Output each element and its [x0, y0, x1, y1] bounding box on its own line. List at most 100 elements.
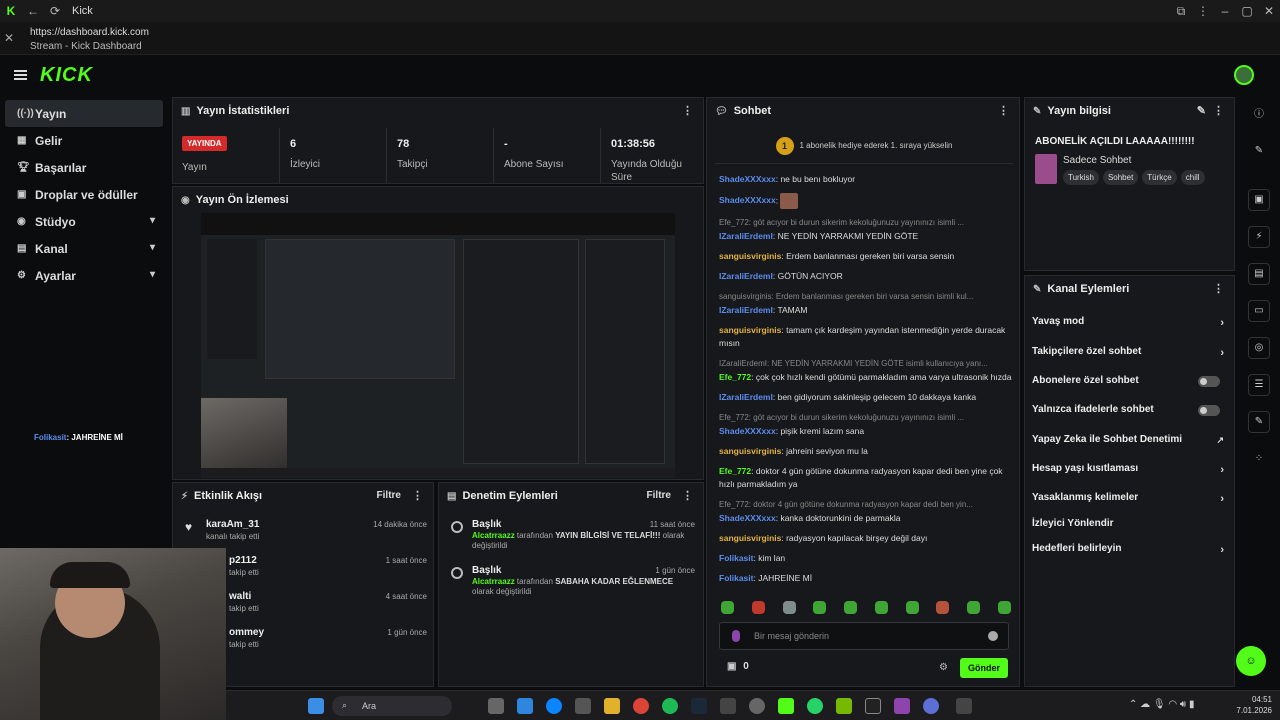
action-goals[interactable]: Hedefleri belirleyin ›: [1032, 543, 1228, 563]
channel-points[interactable]: ▣ 0: [727, 661, 749, 672]
action-followers-only[interactable]: Takipçilere özel sohbet ›: [1032, 346, 1228, 366]
more-options-icon[interactable]: ⋮: [998, 104, 1009, 117]
clipboard-icon[interactable]: ▤: [1248, 263, 1270, 285]
chat-username[interactable]: sanguisvirginis: [719, 446, 781, 456]
widgets-icon[interactable]: ⁘: [1248, 449, 1270, 471]
chat-message[interactable]: sanguisvirginis: Erdem banlanması gereke…: [719, 290, 1015, 317]
chat-message[interactable]: Efe_772: göt acıyor bi durun sikerim kek…: [719, 216, 1015, 243]
close-window-icon[interactable]: ✕: [1258, 4, 1280, 18]
list-icon[interactable]: ☰: [1248, 374, 1270, 396]
chat-message[interactable]: sanguisvirginis: Erdem banlanması gereke…: [719, 250, 1015, 263]
chat-username[interactable]: sanguisvirginis: [719, 251, 781, 261]
edge-icon[interactable]: [546, 698, 562, 714]
visual-studio-icon[interactable]: [894, 698, 910, 714]
chat-username[interactable]: IZaraliErdemI: [719, 392, 773, 402]
maximize-icon[interactable]: ▢: [1236, 4, 1258, 18]
reload-icon[interactable]: ⟳: [44, 4, 66, 18]
menu-dots-icon[interactable]: ⋮: [1192, 4, 1214, 18]
chat-message[interactable]: IZaraliErdemI: NE YEDİN YARRAKMI YEDİN G…: [719, 357, 1015, 384]
action-banned-words[interactable]: Yasaklanmış kelimeler ›: [1032, 492, 1228, 512]
chat-message[interactable]: Folikasit: JAHREİNE Mİ: [719, 572, 1015, 585]
chat-username[interactable]: sanguisvirginis: [719, 325, 781, 335]
chat-messages[interactable]: ShadeXXXxxx: ne bu benı bokluyor ShadeXXX…: [719, 173, 1015, 593]
app-circle-icon[interactable]: [923, 698, 939, 714]
microphone-icon[interactable]: [732, 630, 740, 642]
chat-username[interactable]: ShadeXXXxxx: [719, 513, 776, 523]
chat-input[interactable]: Bir mesaj gönderin: [719, 622, 1009, 650]
user-avatar[interactable]: [1234, 65, 1254, 85]
emote-icon[interactable]: [751, 601, 765, 614]
system-clock[interactable]: 04:51 7.01.2026: [1236, 694, 1272, 716]
chat-message[interactable]: sanguisvirginis: tamam çık kardeşim yayı…: [719, 324, 1015, 350]
close-icon[interactable]: ✕: [4, 31, 14, 45]
minimize-icon[interactable]: –: [1214, 4, 1236, 18]
hamburger-menu-icon[interactable]: [14, 70, 27, 80]
broadcast-icon[interactable]: ◎: [1248, 337, 1270, 359]
filter-button[interactable]: Filtre: [377, 490, 401, 501]
chat-message[interactable]: Efe_772: göt acıyor bi durun sikerim kek…: [719, 411, 1015, 438]
pencil-icon[interactable]: ✎: [1248, 141, 1270, 163]
url-text[interactable]: https://dashboard.kick.com: [30, 27, 149, 38]
emote-icon[interactable]: [967, 601, 981, 614]
emoji-icon[interactable]: [988, 631, 998, 641]
emote-icon[interactable]: [721, 601, 734, 614]
emote-icon[interactable]: [874, 601, 888, 614]
sidebar-item-droplar[interactable]: ▣ Droplar ve ödüller: [5, 181, 163, 208]
obs-icon[interactable]: [749, 698, 765, 714]
chat-username[interactable]: ShadeXXXxxx: [719, 195, 776, 205]
edit-icon[interactable]: ✎: [1197, 104, 1206, 117]
subs-only-toggle[interactable]: [1198, 376, 1220, 387]
action-account-age[interactable]: Hesap yaşı kısıtlaması ›: [1032, 463, 1228, 483]
sidebar-item-yayin[interactable]: ((·)) Yayın: [5, 100, 163, 127]
lightning-icon[interactable]: ⚡︎: [1248, 226, 1270, 248]
emote-icon[interactable]: [936, 601, 950, 614]
sub-gift-banner[interactable]: 11 abonelik hediye ederek 1. sıraya yüks…: [715, 128, 1013, 164]
sidebar-item-basarilar[interactable]: 🏆︎ Başarılar: [5, 154, 163, 181]
widgets-app-icon[interactable]: [517, 698, 533, 714]
chat-icon[interactable]: ▭: [1248, 300, 1270, 322]
kick-logo[interactable]: KICK: [40, 64, 93, 87]
action-subs-only[interactable]: Abonelere özel sohbet: [1032, 375, 1228, 395]
keyboard-icon[interactable]: [956, 698, 972, 714]
tag[interactable]: Türkçe: [1142, 170, 1177, 185]
stream-preview-video[interactable]: [201, 213, 675, 478]
chat-username[interactable]: Efe_772: [719, 372, 751, 382]
chat-username[interactable]: Folikasit: [719, 573, 753, 583]
sidebar-item-studyo[interactable]: ◉ Stüdyo ▾: [5, 208, 163, 235]
action-host[interactable]: İzleyici Yönlendir: [1032, 518, 1228, 538]
chat-message[interactable]: Efe_772: doktor 4 gün götüne dokunma rad…: [719, 498, 1015, 525]
chat-message[interactable]: IZaraliErdemI: GÖTÜN ACIYOR: [719, 270, 1015, 283]
chat-username[interactable]: sanguisvirginis: [719, 533, 781, 543]
sidebar-item-ayarlar[interactable]: ⚙ Ayarlar ▾: [5, 262, 163, 289]
folder-icon[interactable]: [604, 698, 620, 714]
chat-username[interactable]: IZaraliErdemI: [719, 231, 773, 241]
tray-icons[interactable]: ⌃ ☁ 🎙︎ ◠ 🔊︎ ▮: [1129, 699, 1195, 710]
category-name[interactable]: Sadece Sohbet: [1063, 155, 1131, 166]
extensions-icon[interactable]: ⧉: [1170, 4, 1192, 19]
chat-username[interactable]: Folikasit: [719, 553, 753, 563]
emote-icon[interactable]: [844, 601, 858, 614]
start-icon[interactable]: [308, 698, 324, 714]
emote-icon[interactable]: [813, 601, 827, 614]
chat-username[interactable]: ShadeXXXxxx: [719, 174, 776, 184]
spotify-icon[interactable]: [662, 698, 678, 714]
support-chat-button[interactable]: ☺: [1236, 646, 1266, 676]
chat-message[interactable]: IZaraliErdemI: ben gidiyorum sakinleşip …: [719, 391, 1015, 404]
steam-icon[interactable]: [691, 698, 707, 714]
chat-message[interactable]: sanguisvirginis: radyasyon kapılacak bir…: [719, 532, 1015, 545]
action-ai-moderation[interactable]: Yapay Zeka ile Sohbet Denetimi ↗: [1032, 434, 1228, 454]
nvidia-icon[interactable]: [836, 698, 852, 714]
more-options-icon[interactable]: ⋮: [682, 104, 693, 117]
send-button[interactable]: Gönder: [960, 658, 1008, 678]
taskbar-search[interactable]: ⌕ Ara: [332, 696, 452, 716]
chat-message[interactable]: ShadeXXXxxx:: [719, 193, 1015, 209]
tag[interactable]: chill: [1180, 170, 1205, 185]
more-options-icon[interactable]: ⋮: [1213, 104, 1224, 117]
sidebar-item-kanal[interactable]: ▤ Kanal ▾: [5, 235, 163, 262]
emote-icon[interactable]: [782, 601, 796, 614]
info-icon[interactable]: ⓘ: [1248, 105, 1270, 127]
more-options-icon[interactable]: ⋮: [682, 489, 693, 502]
emote-icon[interactable]: [997, 601, 1011, 614]
chat-username[interactable]: IZaraliErdemI: [719, 305, 773, 315]
emote-icon[interactable]: [905, 601, 919, 614]
